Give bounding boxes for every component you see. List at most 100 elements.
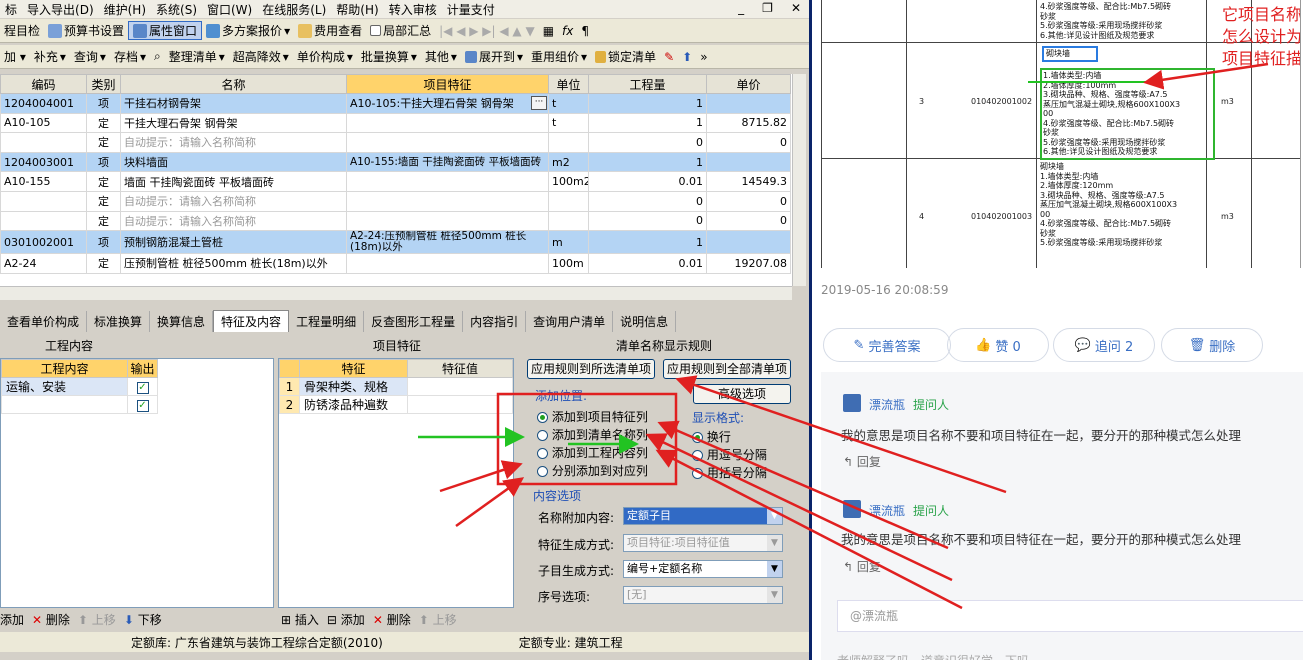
comment-user[interactable]: 漂流瓶: [869, 396, 905, 413]
radio-bracket[interactable]: 用括号分隔: [692, 464, 767, 481]
col-quantity[interactable]: 工程量: [588, 74, 707, 94]
menu-item-0[interactable]: 标: [0, 1, 22, 18]
col-name[interactable]: 名称: [120, 74, 347, 94]
col-unit[interactable]: 单位: [548, 74, 589, 94]
feature-gen-select[interactable]: 项目特征:项目特征值 ▼: [623, 534, 783, 552]
seq-select[interactable]: [无] ▼: [623, 586, 783, 604]
toolbar-lock[interactable]: 锁定清单: [591, 48, 660, 65]
radio-add-name[interactable]: 添加到清单名称列: [537, 426, 648, 443]
toolbar-query[interactable]: 查询 ▾: [70, 48, 110, 65]
feature-cell-editing[interactable]: A10-105:干挂大理石骨架 钢骨架 ···: [346, 93, 549, 114]
feature-move-up-button[interactable]: ⬆ 上移: [419, 611, 457, 628]
tab-unit-price[interactable]: 查看单价构成: [0, 311, 88, 332]
menu-item-2[interactable]: 维护(H): [99, 1, 151, 18]
grid-horizontal-scrollbar[interactable]: [0, 286, 792, 300]
delete-button[interactable]: ✕ 删除: [32, 611, 70, 628]
toolbar-archive[interactable]: 存档 ▾: [110, 48, 150, 65]
table-row[interactable]: 0301002001 项预制钢筋混凝土管桩 A2-24:压预制管桩 桩径500mm …: [0, 230, 791, 255]
toolbar-supplement[interactable]: 补充 ▾: [30, 48, 70, 65]
binoculars-icon[interactable]: ⌕: [150, 49, 165, 64]
table-row[interactable]: 定自动提示：请输入名称简称 0 0: [0, 210, 791, 232]
tab-standard-convert[interactable]: 标准换算: [87, 311, 151, 332]
radio-newline[interactable]: 换行: [692, 428, 731, 445]
like-button[interactable]: 👍 赞 0: [947, 328, 1049, 362]
toolbar-batch-convert[interactable]: 批量换算 ▾: [357, 48, 421, 65]
apply-selected-button[interactable]: 应用规则到所选清单项: [527, 359, 655, 379]
insert-button[interactable]: ⊞ 插入: [281, 611, 319, 628]
menu-item-4[interactable]: 窗口(W): [202, 1, 257, 18]
radio-comma[interactable]: 用逗号分隔: [692, 446, 767, 463]
table-row[interactable]: 1 骨架种类、规格: [279, 377, 513, 396]
restore-icon[interactable]: ❐: [757, 1, 778, 15]
output-checkbox[interactable]: ✓: [136, 400, 149, 412]
more-icon[interactable]: »: [696, 50, 711, 64]
menu-item-5[interactable]: 在线服务(L): [257, 1, 331, 18]
menu-item-8[interactable]: 计量支付: [442, 1, 500, 18]
col-feature[interactable]: 项目特征: [346, 74, 549, 94]
reply-button[interactable]: ↰ 回复: [843, 558, 881, 575]
table-row[interactable]: A10-155 定墙面 干挂陶瓷面砖 平板墙面砖 100m2 0.01 14549.3: [0, 171, 791, 192]
menu-item-1[interactable]: 导入导出(D): [22, 1, 99, 18]
sub-gen-select[interactable]: 编号+定额名称 ▼: [623, 560, 783, 578]
tab-user-list[interactable]: 查询用户清单: [526, 311, 614, 332]
formula-icon[interactable]: fx: [558, 24, 577, 38]
col-type[interactable]: 类别: [86, 74, 121, 94]
tab-convert-info[interactable]: 换算信息: [150, 311, 214, 332]
col-price[interactable]: 单价: [706, 74, 791, 94]
add-button[interactable]: 添加: [0, 611, 24, 628]
delete-post-button[interactable]: 🗑 删除: [1161, 328, 1263, 362]
toolbar-multi-plan[interactable]: 多方案报价 ▾: [202, 22, 294, 39]
table-row[interactable]: 定自动提示：请输入名称简称 0 0: [0, 190, 791, 212]
table-row[interactable]: ✓: [1, 395, 273, 414]
move-down-button[interactable]: ⬇ 下移: [124, 611, 162, 628]
table-row[interactable]: A2-24 定压预制管桩 桩径500mm 桩长(18m)以外 100m 0.01 192…: [0, 253, 791, 274]
close-icon[interactable]: ✕: [786, 1, 806, 15]
toolbar-partial-summary[interactable]: 局部汇总: [366, 22, 435, 39]
follow-up-button[interactable]: 💬 追问 2: [1053, 328, 1155, 362]
up-arrow-icon[interactable]: ⬆: [678, 50, 696, 64]
toolbar-unit-price[interactable]: 单价构成 ▾: [293, 48, 357, 65]
paragraph-icon[interactable]: ¶: [577, 24, 593, 38]
toolbar-check[interactable]: 程目检: [0, 22, 44, 39]
col-code[interactable]: 编码: [0, 74, 87, 94]
table-row[interactable]: 定自动提示：请输入名称简称 0 0: [0, 132, 791, 153]
feature-delete-button[interactable]: ✕ 删除: [373, 611, 411, 628]
reply-button[interactable]: ↰ 回复: [843, 453, 881, 470]
reply-input[interactable]: @漂流瓶: [837, 600, 1303, 632]
menu-item-7[interactable]: 转入审核: [384, 1, 442, 18]
radio-add-each[interactable]: 分别添加到对应列: [537, 462, 648, 479]
toolbar-budget-settings[interactable]: 预算书设置: [44, 22, 128, 39]
tab-feature-content[interactable]: 特征及内容: [213, 310, 290, 332]
toolbar-dash[interactable]: 加 ▾: [0, 48, 30, 65]
calculator-icon[interactable]: ▦: [539, 24, 558, 38]
table-row[interactable]: A10-105 定干挂大理石骨架 钢骨架 t 1 8715.82: [0, 112, 791, 134]
table-row[interactable]: 1204003001 项块料墙面 A10-155:墙面 干挂陶瓷面砖 平板墙面砖 m2…: [0, 151, 791, 173]
apply-all-button[interactable]: 应用规则到全部清单项: [663, 359, 791, 379]
ellipsis-button[interactable]: ···: [531, 96, 547, 110]
tab-description[interactable]: 说明信息: [613, 311, 677, 332]
toolbar-expand[interactable]: 展开到 ▾: [461, 48, 527, 65]
feature-add-button[interactable]: ⊟ 添加: [327, 611, 365, 628]
table-row[interactable]: 1204004001 项干挂石材钢骨架 A10-105:干挂大理石骨架 钢骨架 ··…: [0, 93, 791, 114]
improve-answer-button[interactable]: ✎ 完善答案: [823, 328, 951, 362]
advanced-options-button[interactable]: 高级选项: [693, 384, 791, 404]
radio-add-feature[interactable]: 添加到项目特征列: [537, 408, 648, 425]
menu-item-6[interactable]: 帮助(H): [331, 1, 383, 18]
minimize-icon[interactable]: _: [733, 1, 749, 15]
toolbar-height-reduce[interactable]: 超高降效 ▾: [229, 48, 293, 65]
move-up-button[interactable]: ⬆ 上移: [78, 611, 116, 628]
menu-item-3[interactable]: 系统(S): [151, 1, 202, 18]
radio-add-work[interactable]: 添加到工程内容列: [537, 444, 648, 461]
toolbar-organize[interactable]: 整理清单 ▾: [165, 48, 229, 65]
grid-vertical-scrollbar[interactable]: [792, 74, 806, 286]
toolbar-other[interactable]: 其他 ▾: [421, 48, 461, 65]
tab-graph-quantity[interactable]: 反查图形工程量: [364, 311, 464, 332]
toolbar-fee-view[interactable]: 费用查看: [294, 22, 366, 39]
comment-user[interactable]: 漂流瓶: [869, 502, 905, 519]
tab-content-guide[interactable]: 内容指引: [463, 311, 527, 332]
output-checkbox[interactable]: ✓: [136, 382, 149, 394]
tab-quantity-detail[interactable]: 工程量明细: [289, 311, 365, 332]
name-append-select[interactable]: 定额子目 ▼: [623, 507, 783, 525]
table-row[interactable]: 2 防锈漆品种遍数: [279, 395, 513, 414]
paint-icon[interactable]: ✎: [660, 50, 678, 64]
